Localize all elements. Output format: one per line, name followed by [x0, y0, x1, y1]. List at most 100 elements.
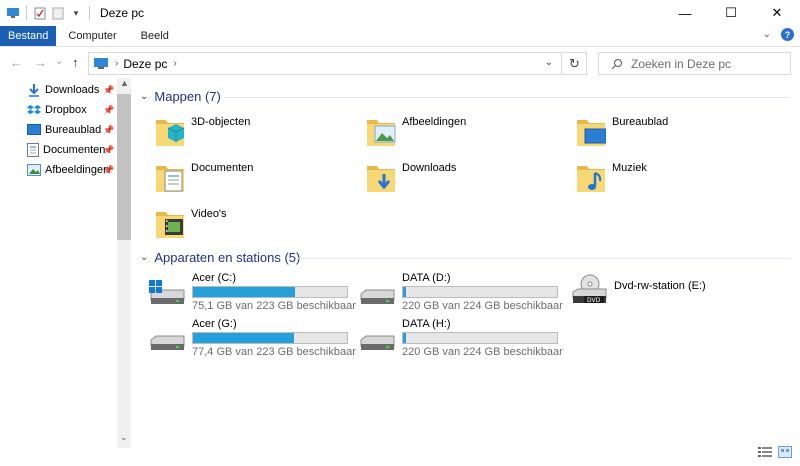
section-divider	[297, 258, 790, 259]
folder-3d-objects[interactable]: 3D-objecten	[155, 114, 250, 148]
folder-label: Documenten	[191, 162, 254, 174]
drive-usage-bar	[402, 286, 558, 298]
dvd-drive-icon: DVD	[572, 274, 607, 304]
drives-header-label: Apparaten en stations (5)	[154, 250, 301, 265]
forward-button[interactable]: →	[34, 55, 47, 70]
hard-drive-icon	[150, 335, 185, 350]
sidebar-item-documents[interactable]: Documenten	[27, 140, 105, 160]
folder-videos[interactable]: Video's	[155, 206, 227, 240]
tab-file[interactable]: Bestand	[0, 26, 57, 46]
drive-free-space: 75,1 GB van 223 GB beschikbaar	[192, 300, 356, 312]
collapse-icon[interactable]: ⌄	[140, 252, 148, 263]
folder-label: Downloads	[402, 162, 457, 174]
sidebar-item-downloads[interactable]: Downloads	[27, 80, 99, 100]
back-button[interactable]: ←	[10, 55, 23, 70]
close-button[interactable]: ✕	[754, 0, 800, 26]
search-icon	[611, 58, 622, 69]
this-pc-icon[interactable]	[6, 6, 20, 20]
drive-d[interactable]: DATA (D:) 220 GB van 224 GB beschikbaar	[358, 272, 568, 314]
details-view-icon[interactable]	[758, 446, 772, 458]
pin-icon[interactable]: 📌	[103, 145, 114, 156]
folder-label: 3D-objecten	[191, 116, 251, 128]
folders-header-label: Mappen (7)	[154, 89, 221, 104]
minimize-button[interactable]: —	[662, 0, 708, 26]
breadcrumb-this-pc[interactable]: Deze pc	[123, 57, 167, 71]
drive-e-dvd[interactable]: DVD Dvd-rw-station (E:)	[570, 272, 790, 314]
navigation-pane: Downloads 📌 Dropbox 📌 Bureaublad 📌 Docum…	[0, 78, 131, 448]
maximize-button[interactable]: ☐	[708, 0, 754, 26]
drive-free-space: 220 GB van 224 GB beschikbaar	[402, 346, 563, 358]
scroll-down-icon[interactable]: ⌄	[120, 432, 128, 443]
folder-desktop[interactable]: Bureaublad	[576, 114, 668, 148]
folders-section-header[interactable]: ⌄ Mappen (7)	[140, 89, 221, 104]
scroll-up-icon[interactable]: ▲	[120, 78, 129, 88]
scrollbar-thumb[interactable]	[117, 94, 131, 240]
new-folder-icon[interactable]	[51, 6, 65, 20]
window-title: Deze pc	[100, 6, 145, 20]
sidebar-item-dropbox[interactable]: Dropbox	[27, 100, 87, 120]
folder-music[interactable]: Muziek	[576, 160, 647, 194]
help-button[interactable]: ?	[781, 28, 794, 41]
sidebar-item-pictures[interactable]: Afbeeldingen	[27, 160, 109, 180]
drive-label: DATA (D:)	[402, 272, 451, 284]
customize-toolbar-icon[interactable]: ▾	[69, 6, 83, 20]
drive-free-space: 220 GB van 224 GB beschikbaar	[402, 300, 563, 312]
sidebar-item-desktop[interactable]: Bureaublad	[27, 120, 101, 140]
sidebar-item-label: Downloads	[45, 84, 100, 96]
system-drive-icon	[149, 280, 185, 304]
search-input[interactable]	[631, 56, 781, 71]
folder-pictures[interactable]: Afbeeldingen	[366, 114, 466, 148]
documents-icon	[156, 166, 184, 192]
sidebar-item-label: Dropbox	[45, 104, 87, 116]
collapse-icon[interactable]: ⌄	[140, 91, 148, 102]
up-button[interactable]: ↑	[72, 55, 79, 70]
refresh-button[interactable]: ↻	[563, 52, 587, 75]
expand-ribbon-icon[interactable]: ⌄	[763, 29, 771, 40]
sidebar-item-label: Bureaublad	[45, 124, 102, 136]
drive-usage-fill	[193, 333, 294, 343]
toolbar-divider	[89, 6, 90, 20]
drive-free-space: 77,4 GB van 223 GB beschikbaar	[192, 346, 356, 358]
desktop-icon	[577, 120, 606, 146]
pin-icon[interactable]: 📌	[103, 125, 114, 136]
tab-view[interactable]: Beeld	[129, 26, 181, 46]
tab-computer[interactable]: Computer	[56, 26, 128, 46]
quick-access-toolbar: ▾	[0, 0, 92, 26]
address-dropdown-icon[interactable]: ⌄	[545, 57, 553, 68]
large-icons-view-icon[interactable]	[778, 446, 792, 458]
drive-usage-bar	[402, 332, 558, 344]
pictures-icon	[367, 120, 396, 146]
recent-locations-button[interactable]: ⌄	[55, 56, 63, 67]
drive-c[interactable]: Acer (C:) 75,1 GB van 223 GB beschikbaar	[148, 272, 358, 314]
sidebar-item-label: Afbeeldingen	[45, 164, 110, 176]
drive-usage-fill	[193, 287, 296, 297]
drive-label: Dvd-rw-station (E:)	[614, 280, 706, 292]
folder-documents[interactable]: Documenten	[155, 160, 253, 194]
drive-usage-bar	[192, 286, 348, 298]
hard-drive-icon	[360, 289, 395, 304]
drive-h[interactable]: DATA (H:) 220 GB van 224 GB beschikbaar	[358, 318, 568, 360]
videos-icon	[156, 212, 184, 238]
drives-section-header[interactable]: ⌄ Apparaten en stations (5)	[140, 250, 300, 265]
properties-icon[interactable]	[33, 6, 47, 20]
folder-downloads[interactable]: Downloads	[366, 160, 456, 194]
folder-label: Muziek	[612, 162, 647, 174]
drive-g[interactable]: Acer (G:) 77,4 GB van 223 GB beschikbaar	[148, 318, 358, 360]
documents-icon	[27, 143, 39, 157]
pin-icon[interactable]: 📌	[103, 105, 114, 116]
downloads-icon	[367, 166, 395, 192]
section-divider	[224, 97, 790, 98]
pin-icon[interactable]: 📌	[103, 165, 114, 176]
folder-label: Afbeeldingen	[402, 116, 467, 128]
window-controls: — ☐ ✕	[662, 0, 800, 26]
breadcrumb-separator[interactable]: ›	[115, 58, 118, 69]
breadcrumb-separator[interactable]: ›	[173, 58, 176, 69]
search-box[interactable]	[598, 52, 791, 75]
sidebar-scrollbar[interactable]: ▲ ⌄	[117, 78, 131, 448]
pin-icon[interactable]: 📌	[103, 85, 114, 96]
ribbon-tabs: Bestand Computer Beeld ⌄ ?	[0, 26, 800, 46]
desktop-icon	[27, 124, 41, 135]
address-bar[interactable]: › Deze pc › ⌄	[88, 52, 562, 75]
navigation-bar: ← → ⌄ ↑ › Deze pc › ⌄ ↻	[0, 46, 800, 78]
folder-label: Bureaublad	[612, 116, 669, 128]
